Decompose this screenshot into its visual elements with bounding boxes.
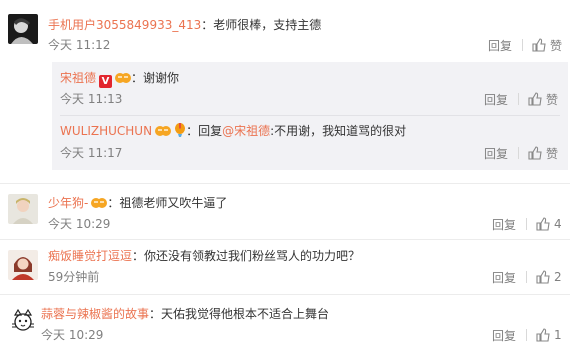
username-link[interactable]: 蒜蓉与辣椒酱的故事 xyxy=(41,307,149,321)
avatar[interactable] xyxy=(8,306,38,336)
reply-text: :不用谢，我知道骂的很对 xyxy=(270,124,407,138)
comment-text: 你还没有领教过我们粉丝骂人的功力吧？ xyxy=(144,249,361,263)
username-link[interactable]: WULIZHUCHUN xyxy=(60,124,152,138)
like-count[interactable]: 2 xyxy=(554,270,562,284)
comment-content: 痴饭睡觉打逗逗：你还没有领教过我们粉丝骂人的功力吧？ xyxy=(48,249,361,263)
reply-time: 今天 11:13 xyxy=(60,92,123,106)
username-link[interactable]: 宋祖德 xyxy=(60,71,96,85)
like-button[interactable]: 赞 xyxy=(546,91,558,108)
comment-feed: 手机用户3055849933_413：老师很棒，支持主德 今天 11:12 回复… xyxy=(0,0,570,359)
like-count[interactable]: 1 xyxy=(554,328,562,342)
comment-content: 蒜蓉与辣椒酱的故事：天佑我觉得他根本不适合上舞台 xyxy=(41,307,330,321)
comment-actions: 回复 赞 xyxy=(488,37,562,53)
reply-actions: 回复 赞 xyxy=(484,145,558,161)
divider xyxy=(526,329,527,341)
comment-text: 天佑我觉得他根本不适合上舞台 xyxy=(161,307,330,321)
comment-time: 今天 10:29 xyxy=(48,217,111,231)
divider xyxy=(526,218,527,230)
comment-actions: 回复 4 xyxy=(492,216,562,232)
reply-button[interactable]: 回复 xyxy=(484,145,508,162)
thumbs-up-icon[interactable] xyxy=(536,270,550,284)
comment-item: 手机用户3055849933_413：老师很棒，支持主德 今天 11:12 回复… xyxy=(0,0,570,176)
thumbs-up-icon[interactable] xyxy=(528,92,542,106)
avatar[interactable] xyxy=(8,194,38,224)
comment-text: 老师很棒，支持主德 xyxy=(213,18,322,32)
avatar[interactable] xyxy=(8,250,38,280)
reply-button[interactable]: 回复 xyxy=(492,327,516,344)
comment-actions: 回复 1 xyxy=(492,327,562,343)
like-button[interactable]: 赞 xyxy=(550,37,562,54)
comment-text: 祖德老师又吹牛逼了 xyxy=(119,196,228,210)
reply-button[interactable]: 回复 xyxy=(484,91,508,108)
avatar[interactable] xyxy=(8,14,38,44)
mention-link[interactable]: @宋祖德 xyxy=(222,124,270,138)
comment-item: 痴饭睡觉打逗逗：你还没有领教过我们粉丝骂人的功力吧？ 59分钟前 回复 2 xyxy=(0,242,570,294)
username-link[interactable]: 痴饭睡觉打逗逗 xyxy=(48,249,132,263)
divider xyxy=(521,39,523,51)
reply-actions: 回复 赞 xyxy=(484,91,558,107)
reply-time: 今天 11:17 xyxy=(60,146,123,160)
thumbs-up-icon[interactable] xyxy=(532,38,546,52)
reply-button[interactable]: 回复 xyxy=(492,269,516,286)
thumbs-up-icon[interactable] xyxy=(536,328,550,342)
reply-content: WULIZHUCHUN ：回复@宋祖德:不用谢，我知道骂的很对 xyxy=(60,123,407,138)
reply-text: 谢谢你 xyxy=(143,71,180,85)
vip-level-icon xyxy=(155,126,172,136)
comment-time: 59分钟前 xyxy=(48,270,100,284)
username-link[interactable]: 手机用户3055849933_413 xyxy=(48,18,201,32)
comment-time: 今天 10:29 xyxy=(41,328,104,342)
divider xyxy=(517,147,519,159)
reply-thread: 宋祖德 V ：谢谢你 今天 11:13 回复 赞 WULIZHUCHUN ：回复@宋祖… xyxy=(52,62,568,170)
username-link[interactable]: 少年狗- xyxy=(48,196,88,210)
divider xyxy=(526,271,527,283)
like-count[interactable]: 4 xyxy=(554,217,562,231)
thumbs-up-icon[interactable] xyxy=(536,217,550,231)
like-button[interactable]: 赞 xyxy=(546,145,558,162)
reply-content: 宋祖德 V ：谢谢你 xyxy=(60,71,180,88)
divider xyxy=(60,115,560,116)
divider xyxy=(0,239,570,240)
comment-content: 少年狗- ：祖德老师又吹牛逼了 xyxy=(48,196,228,210)
vip-level-icon xyxy=(91,198,108,208)
thumbs-up-icon[interactable] xyxy=(528,146,542,160)
verified-v-icon: V xyxy=(99,75,113,88)
vip-level-icon xyxy=(115,73,132,83)
comment-content: 手机用户3055849933_413：老师很棒，支持主德 xyxy=(48,18,322,32)
divider xyxy=(0,183,570,184)
comment-actions: 回复 2 xyxy=(492,269,562,285)
comment-item: 蒜蓉与辣椒酱的故事：天佑我觉得他根本不适合上舞台 今天 10:29 回复 1 xyxy=(0,298,570,358)
reply-button[interactable]: 回复 xyxy=(488,37,512,54)
divider xyxy=(517,93,519,105)
comment-item: 少年狗- ：祖德老师又吹牛逼了 今天 10:29 回复 4 xyxy=(0,186,570,238)
reply-prefix: 回复 xyxy=(198,124,223,138)
divider xyxy=(0,294,570,295)
balloon-icon xyxy=(175,123,186,137)
comment-time: 今天 11:12 xyxy=(48,38,111,52)
reply-button[interactable]: 回复 xyxy=(492,216,516,233)
